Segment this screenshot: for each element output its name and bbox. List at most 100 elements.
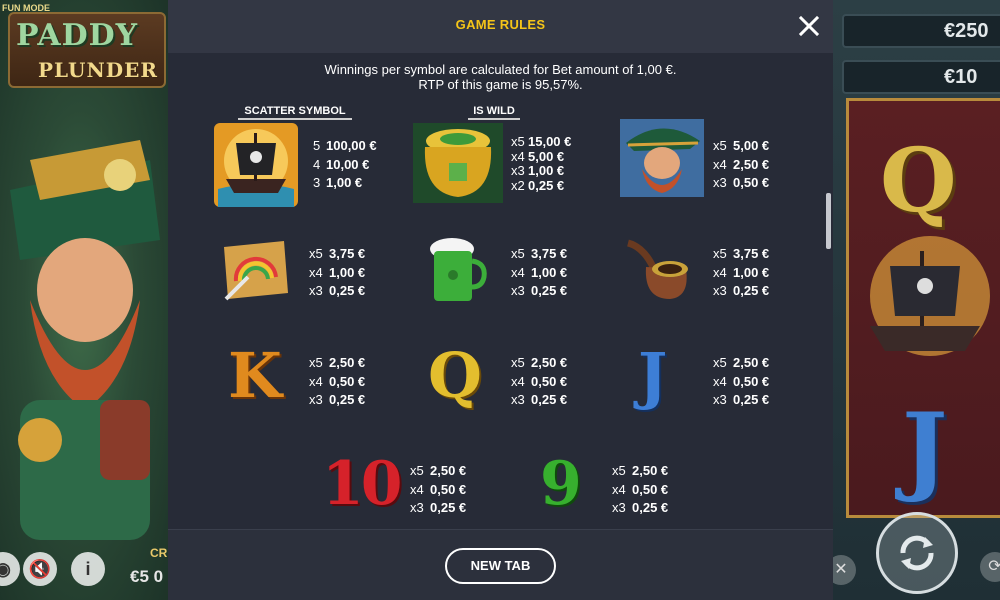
payout-multiplier: x3: [713, 175, 727, 191]
payout-amount: 2,50 €: [733, 355, 770, 370]
info-icon[interactable]: i: [71, 552, 105, 586]
modal-footer: NEW TAB: [168, 529, 833, 600]
rules-intro: Winnings per symbol are calculated for B…: [168, 62, 833, 92]
payout-multiplier: x3: [309, 392, 323, 408]
reel-symbol-j: J: [902, 392, 948, 505]
payout-amount: 1,00 €: [329, 264, 366, 280]
letter-k-symbol-image: K: [228, 339, 282, 412]
payout-amount: 3,75 €: [329, 246, 366, 261]
sound-muted-icon[interactable]: 🔇: [23, 552, 57, 586]
number-10-payouts: x5 2,50 € x4 0,50 € x3 0,25 €: [410, 462, 466, 518]
payout-multiplier: x4: [713, 373, 727, 389]
payout-amount: 0,25 €: [329, 283, 366, 299]
payout-amount: 2,50 €: [531, 355, 568, 370]
fun-mode-label: FUN MODE: [2, 3, 50, 13]
payout-multiplier: x3: [612, 500, 626, 516]
payout-amount: 0,25 €: [531, 392, 568, 408]
payout-amount: 2,50 €: [329, 355, 366, 370]
letter-j-symbol-image: J: [638, 339, 668, 412]
payout-multiplier: x4: [612, 481, 626, 497]
payout-multiplier: x4: [410, 481, 424, 497]
payout-multiplier: x3: [410, 500, 424, 516]
payout-multiplier: x3: [713, 392, 727, 408]
payout-amount: 0,25 €: [430, 500, 467, 516]
number-10-symbol-image: 10: [322, 449, 402, 519]
payout-multiplier: x3: [511, 283, 525, 299]
pot-of-gold-payouts: x5 15,00 € x4 5,00 € x3 1,00 € x2 0,25 €: [511, 133, 571, 196]
game-logo: PADDY PLUNDER: [8, 12, 166, 88]
scrollbar-thumb[interactable]: [826, 193, 831, 249]
payout-amount: 0,25 €: [632, 500, 669, 516]
rainbow-map-payouts: x5 3,75 € x4 1,00 € x3 0,25 €: [309, 245, 365, 301]
credit-value: €5 0: [130, 567, 164, 586]
reel-ship-image: [870, 236, 990, 356]
payout-amount: 5,00 €: [733, 138, 770, 153]
game-rules-modal: GAME RULES Winnings per symbol are calcu…: [168, 0, 833, 600]
payout-multiplier: x5: [612, 463, 626, 478]
payout-amount: 3,75 €: [733, 246, 770, 261]
payout-amount: 3,75 €: [531, 246, 568, 261]
payout-multiplier: 4: [313, 156, 321, 172]
payout-multiplier: x5: [511, 246, 525, 261]
intro-rtp-line: RTP of this game is 95,57%.: [418, 77, 583, 92]
win-display-top: €250: [842, 14, 1000, 48]
rules-scroll-area[interactable]: Winnings per symbol are calculated for B…: [168, 53, 833, 529]
payout-multiplier: 3: [313, 175, 321, 191]
payout-amount: 2,50 €: [430, 463, 467, 478]
pot-of-gold-symbol-image: [413, 123, 503, 203]
payout-multiplier: x3: [713, 283, 727, 299]
pirate-ship-payouts: 5 100,00 € 4 10,00 € 3 1,00 €: [313, 137, 377, 193]
payout-multiplier: x4: [713, 264, 727, 280]
payout-multiplier: x5: [410, 463, 424, 478]
payout-multiplier: x5: [511, 355, 525, 370]
letter-j-payouts: x5 2,50 € x4 0,50 € x3 0,25 €: [713, 354, 769, 410]
logo-title: PADDY: [16, 18, 139, 53]
modal-header: GAME RULES: [168, 0, 833, 53]
payout-amount: 100,00 €: [326, 138, 377, 153]
payout-amount: 0,25 €: [528, 178, 565, 194]
reel-symbol-q: Q: [880, 128, 957, 232]
payout-multiplier: 5: [313, 138, 321, 153]
pirate-leprechaun-symbol-image: [620, 119, 704, 197]
number-9-symbol-image: 9: [540, 449, 582, 519]
leprechaun-character-image: [10, 140, 160, 540]
payout-multiplier: x5: [713, 355, 727, 370]
intro-bet-line: Winnings per symbol are calculated for B…: [324, 62, 677, 77]
payout-multiplier: x3: [511, 392, 525, 408]
wild-symbol-heading: IS WILD: [468, 105, 520, 120]
spin-arrows-icon: [900, 535, 934, 571]
new-tab-button[interactable]: NEW TAB: [445, 548, 556, 584]
payout-amount: 0,25 €: [733, 392, 770, 408]
payout-amount: 1,00 €: [326, 175, 363, 191]
pirate-ship-symbol-image: [214, 123, 298, 207]
payout-multiplier: x5: [309, 355, 323, 370]
rainbow-map-symbol-image: [224, 241, 288, 301]
payout-multiplier: x2: [511, 178, 525, 194]
payout-multiplier: x4: [713, 156, 727, 172]
payout-multiplier: x3: [309, 283, 323, 299]
payout-amount: 0,25 €: [733, 283, 770, 299]
payout-amount: 0,50 €: [632, 481, 669, 497]
payout-amount: 1,00 €: [531, 264, 568, 280]
payout-amount: 0,50 €: [733, 175, 770, 191]
win-display-second: €10: [842, 60, 1000, 94]
logo-subtitle: PLUNDER: [38, 58, 158, 82]
payout-multiplier: x4: [511, 264, 525, 280]
payout-amount: 0,50 €: [733, 373, 770, 389]
payout-multiplier: x4: [309, 264, 323, 280]
green-beer-payouts: x5 3,75 € x4 1,00 € x3 0,25 €: [511, 245, 567, 301]
letter-k-payouts: x5 2,50 € x4 0,50 € x3 0,25 €: [309, 354, 365, 410]
number-9-payouts: x5 2,50 € x4 0,50 € x3 0,25 €: [612, 462, 668, 518]
payout-multiplier: x4: [309, 373, 323, 389]
credit-label: CR: [150, 546, 168, 560]
payout-multiplier: x4: [511, 373, 525, 389]
green-beer-symbol-image: [430, 238, 487, 301]
modal-title: GAME RULES: [455, 17, 546, 32]
payout-amount: 10,00 €: [326, 156, 370, 172]
close-icon[interactable]: [797, 14, 821, 38]
payout-amount: 0,50 €: [430, 481, 467, 497]
payout-amount: 1,00 €: [733, 264, 770, 280]
pirate-leprechaun-payouts: x5 5,00 € x4 2,50 € x3 0,50 €: [713, 137, 769, 193]
payout-amount: 0,50 €: [329, 373, 366, 389]
letter-q-payouts: x5 2,50 € x4 0,50 € x3 0,25 €: [511, 354, 567, 410]
